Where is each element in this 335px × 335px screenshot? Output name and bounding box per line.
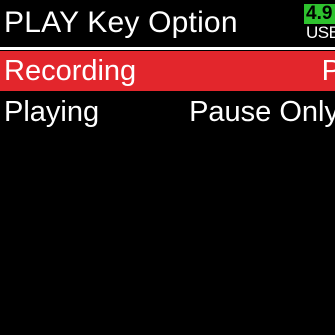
battery-voltage: 4.9	[304, 4, 335, 24]
page-title: PLAY Key Option	[4, 6, 238, 39]
header-divider	[0, 47, 335, 50]
menu-item-recording[interactable]: Recording P	[0, 51, 335, 91]
header: PLAY Key Option 4.9 USB	[0, 0, 335, 46]
menu-item-playing[interactable]: Playing Pause Only	[0, 92, 335, 132]
menu-item-value: P	[321, 55, 335, 87]
power-source-label: USB	[306, 23, 335, 42]
battery-indicator: 4.9 USB	[304, 4, 335, 42]
menu-item-label: Playing	[4, 96, 100, 128]
menu-item-value: Pause Only	[189, 96, 335, 128]
device-screen: PLAY Key Option 4.9 USB Recording P Play…	[0, 0, 335, 335]
menu-item-label: Recording	[4, 55, 137, 87]
